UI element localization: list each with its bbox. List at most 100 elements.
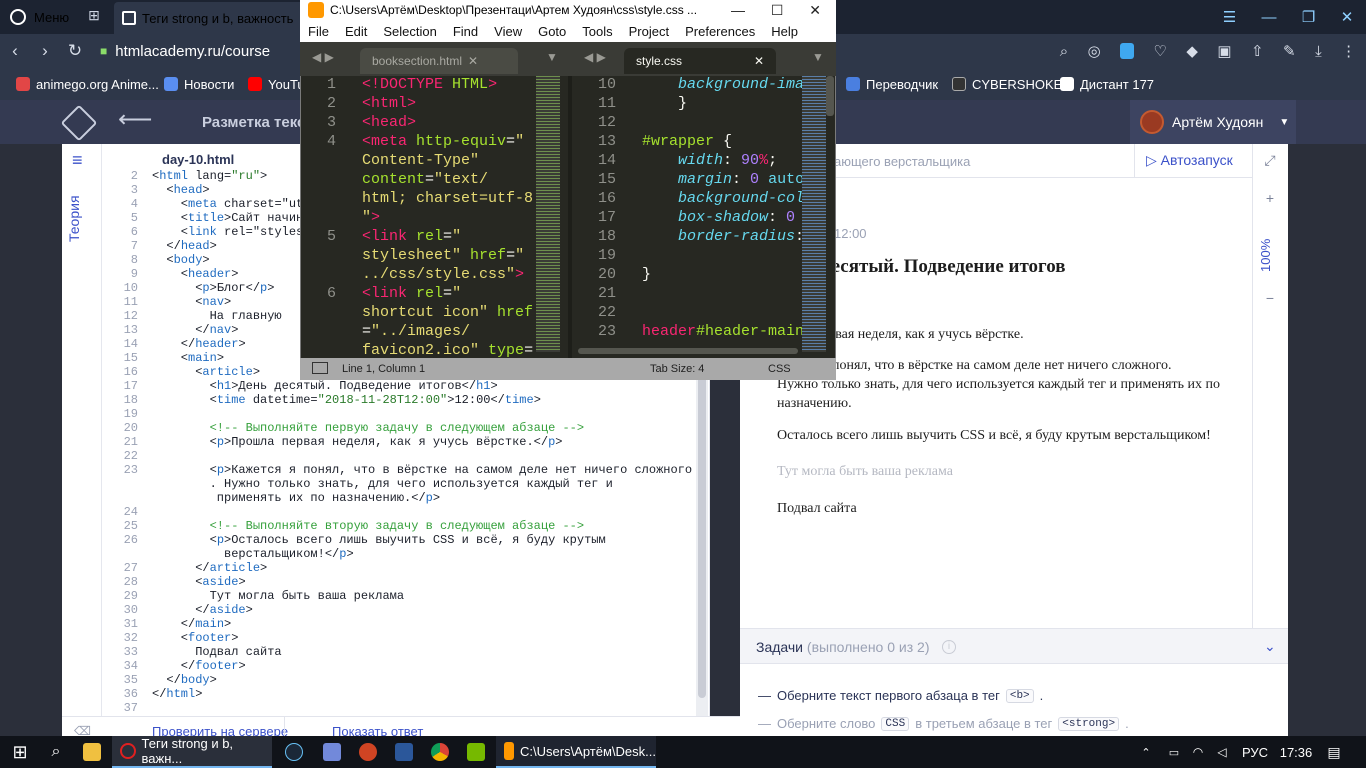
- code-line[interactable]: <meta charset="utf: [152, 197, 311, 211]
- panel-toggle-icon[interactable]: [312, 362, 328, 374]
- code-line[interactable]: На главную: [152, 309, 282, 323]
- code-line[interactable]: ">: [362, 209, 380, 226]
- cube-icon[interactable]: ◆: [1186, 42, 1198, 60]
- network-icon[interactable]: ▭: [1164, 736, 1184, 768]
- menu-selection[interactable]: Selection: [375, 24, 444, 39]
- menu-tools[interactable]: Tools: [574, 24, 620, 39]
- code-line[interactable]: background-ima: [642, 76, 804, 93]
- nvidia-icon[interactable]: [464, 736, 488, 768]
- code-line[interactable]: background-col: [642, 190, 804, 207]
- status-syntax[interactable]: CSS: [768, 363, 791, 375]
- upload-icon[interactable]: ⇧: [1251, 42, 1264, 60]
- close-tab-icon[interactable]: ✕: [468, 54, 478, 68]
- tab-nav-icon[interactable]: ◀ ▶: [312, 50, 334, 64]
- code-line[interactable]: <header>: [152, 267, 239, 281]
- code-line[interactable]: <p>Кажется я понял, что в вёрстке на сам…: [152, 463, 692, 477]
- bookmark-distant[interactable]: Дистант 177: [1060, 68, 1154, 100]
- download-icon[interactable]: ⤓: [1315, 43, 1322, 60]
- close-tab-icon[interactable]: ✕: [754, 54, 764, 68]
- collapse-chevron-icon[interactable]: ⌄: [1264, 638, 1276, 655]
- bookmark-news[interactable]: Новости: [164, 68, 234, 100]
- camera-icon[interactable]: ◎: [1088, 42, 1101, 60]
- language-indicator[interactable]: РУС: [1240, 736, 1270, 768]
- code-line[interactable]: stylesheet" href=": [362, 247, 524, 264]
- code-line[interactable]: <p>Прошла первая неделя, как я учусь вёр…: [152, 435, 563, 449]
- tab-booksection[interactable]: booksection.html ✕: [360, 48, 518, 74]
- code-line[interactable]: Content-Type": [362, 152, 479, 169]
- extension-icon[interactable]: ▣: [1217, 42, 1231, 60]
- easy-setup-icon[interactable]: ☰: [1223, 8, 1236, 26]
- close-icon[interactable]: ✕: [809, 2, 821, 19]
- code-line[interactable]: <!DOCTYPE HTML>: [362, 76, 497, 93]
- heart-icon[interactable]: ♡: [1154, 42, 1167, 60]
- code-line[interactable]: box-shadow: 0: [642, 209, 795, 226]
- code-line[interactable]: content="text/: [362, 171, 488, 188]
- code-line[interactable]: </aside>: [152, 603, 253, 617]
- code-line[interactable]: ="../images/: [362, 323, 470, 340]
- windows-start-icon[interactable]: ⊞: [0, 736, 40, 768]
- code-line[interactable]: </body>: [152, 673, 216, 687]
- code-line[interactable]: Тут могла быть ваша реклама: [152, 589, 404, 603]
- minimap[interactable]: [802, 76, 826, 352]
- code-line[interactable]: }: [642, 266, 651, 283]
- code-line[interactable]: <title>Сайт начин: [152, 211, 303, 225]
- code-line[interactable]: <head>: [152, 183, 209, 197]
- notifications-icon[interactable]: ▤: [1324, 736, 1344, 768]
- search-icon[interactable]: ⌕: [44, 736, 68, 768]
- code-line[interactable]: <aside>: [152, 575, 245, 589]
- taskbar-sublime[interactable]: C:\Users\Артём\Desk...: [496, 736, 656, 768]
- code-line[interactable]: </nav>: [152, 323, 238, 337]
- menu-file[interactable]: File: [300, 24, 337, 39]
- back-icon[interactable]: ‹: [0, 41, 30, 61]
- tray-chevron-icon[interactable]: ⌃: [1136, 736, 1156, 768]
- code-line[interactable]: <footer>: [152, 631, 239, 645]
- tab-nav-icon[interactable]: ◀ ▶: [584, 50, 606, 64]
- bookmark-cybershoke[interactable]: CYBERSHOKE: [952, 68, 1062, 100]
- word-icon[interactable]: [392, 736, 416, 768]
- code-line[interactable]: #wrapper {: [642, 133, 732, 150]
- code-line[interactable]: header#header-main: [642, 323, 804, 340]
- code-line[interactable]: width: 90%;: [642, 152, 777, 169]
- tab-dropdown-icon[interactable]: ▼: [812, 50, 824, 64]
- code-line[interactable]: }: [642, 95, 687, 112]
- hamburger-menu-icon[interactable]: ≡: [72, 150, 83, 171]
- code-line[interactable]: <!-- Выполняйте первую задачу в следующе…: [152, 421, 584, 435]
- opera-menu-button[interactable]: Меню: [0, 0, 78, 34]
- code-line[interactable]: </main>: [152, 617, 231, 631]
- zoom-in-icon[interactable]: +: [1252, 190, 1288, 206]
- code-line[interactable]: <h1>День десятый. Подведение итогов</h1>: [152, 379, 498, 393]
- code-line[interactable]: <body>: [152, 253, 209, 267]
- sublime-scrollbar[interactable]: [826, 76, 834, 116]
- tab-style-css[interactable]: style.css ✕: [624, 48, 776, 74]
- menu-goto[interactable]: Goto: [530, 24, 574, 39]
- code-line[interactable]: ../css/style.css">: [362, 266, 524, 283]
- code-line[interactable]: <link rel=": [362, 228, 461, 245]
- code-line[interactable]: <link rel=": [362, 285, 461, 302]
- code-line[interactable]: <article>: [152, 365, 260, 379]
- code-line[interactable]: <main>: [152, 351, 224, 365]
- code-line[interactable]: favicon2.ico" type=: [362, 342, 533, 359]
- bookmark-translator[interactable]: Переводчик: [846, 68, 938, 100]
- code-line[interactable]: <nav>: [152, 295, 231, 309]
- code-line[interactable]: <p>Осталось всего лишь выучить CSS и всё…: [152, 533, 606, 547]
- gamepad-icon[interactable]: ⊞: [82, 7, 106, 27]
- vpn-shield-icon[interactable]: [1120, 43, 1135, 59]
- menu-help[interactable]: Help: [763, 24, 806, 39]
- bookmark-animego[interactable]: animego.org Anime...: [16, 68, 159, 100]
- autorun-button[interactable]: ▷ Автозапуск: [1146, 152, 1233, 169]
- code-line[interactable]: <head>: [362, 114, 416, 131]
- code-line[interactable]: </head>: [152, 239, 216, 253]
- info-icon[interactable]: i: [942, 640, 956, 654]
- user-menu[interactable]: Артём Худоян ▼: [1130, 100, 1296, 144]
- reload-icon[interactable]: ↻: [60, 41, 90, 61]
- status-tab-size[interactable]: Tab Size: 4: [650, 363, 704, 375]
- url-field[interactable]: htmlacademy.ru/course: [115, 43, 270, 60]
- pane-divider[interactable]: [568, 76, 572, 358]
- theory-tab[interactable]: Теория: [66, 190, 98, 242]
- minimize-icon[interactable]: —: [731, 2, 745, 18]
- menu-project[interactable]: Project: [621, 24, 677, 39]
- maximize-icon[interactable]: ❐: [1302, 8, 1315, 26]
- code-line[interactable]: <link rel="styles: [152, 225, 303, 239]
- chrome-icon[interactable]: [428, 736, 452, 768]
- clock[interactable]: 17:36: [1276, 736, 1316, 768]
